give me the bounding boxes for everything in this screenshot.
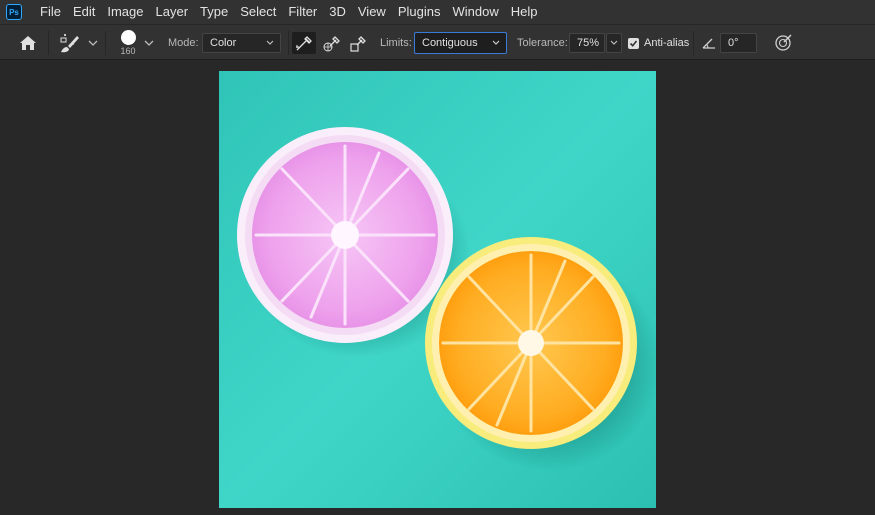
antialias-group[interactable]: Anti-alias [628, 25, 689, 61]
sampling-once-icon[interactable] [320, 32, 344, 54]
options-bar: 160 Mode: Color Limits: Contiguous Toler… [0, 24, 875, 60]
tolerance-label: Tolerance: [517, 37, 568, 49]
menu-help[interactable]: Help [505, 0, 544, 24]
menu-file[interactable]: File [34, 0, 67, 24]
angle-icon [700, 34, 718, 52]
tolerance-dropdown-button[interactable] [606, 33, 622, 53]
sampling-continuous-icon[interactable] [292, 32, 316, 54]
tool-preset-chevron-down-icon[interactable] [87, 37, 99, 49]
antialias-checkbox[interactable] [628, 37, 639, 49]
menu-3d[interactable]: 3D [323, 0, 352, 24]
menu-filter[interactable]: Filter [282, 0, 323, 24]
menu-type[interactable]: Type [194, 0, 234, 24]
sampling-background-swatch-icon[interactable] [346, 32, 370, 54]
menu-image[interactable]: Image [101, 0, 149, 24]
mode-chevron-down-icon [266, 40, 274, 45]
photoshop-logo-icon[interactable]: Ps [6, 4, 22, 20]
brush-tip-icon[interactable] [118, 27, 138, 47]
home-icon[interactable] [16, 33, 40, 53]
menu-select[interactable]: Select [234, 0, 282, 24]
tolerance-input[interactable]: 75% [569, 33, 605, 53]
angle-input[interactable]: 0° [720, 33, 757, 53]
mode-label: Mode: [168, 37, 199, 49]
menu-plugins[interactable]: Plugins [392, 0, 447, 24]
canvas-area[interactable] [0, 60, 875, 515]
tolerance-value: 75% [577, 37, 600, 49]
checkmark-icon [629, 39, 638, 47]
brush-picker-chevron-down-icon[interactable] [143, 37, 155, 49]
menu-window[interactable]: Window [446, 0, 504, 24]
brush-size-value: 160 [120, 46, 136, 56]
limits-value: Contiguous [422, 37, 478, 49]
pressure-size-icon[interactable] [771, 32, 795, 54]
limits-chevron-down-icon [492, 40, 500, 45]
citrus-image [219, 71, 656, 508]
menu-items: File Edit Image Layer Type Select Filter 3D View… [34, 0, 543, 24]
limits-label: Limits: [380, 37, 412, 49]
limits-select[interactable]: Contiguous [414, 32, 507, 54]
antialias-label: Anti-alias [644, 37, 690, 49]
mode-group: Mode: [168, 25, 199, 61]
mode-select[interactable]: Color [202, 33, 281, 53]
tolerance-group: Tolerance: [517, 25, 568, 61]
limits-group: Limits: [380, 25, 412, 61]
menu-edit[interactable]: Edit [67, 0, 101, 24]
color-replacement-brush-icon[interactable] [56, 31, 84, 55]
angle-value: 0° [728, 37, 739, 49]
document-canvas[interactable] [219, 71, 656, 508]
mode-value: Color [210, 37, 237, 49]
menu-layer[interactable]: Layer [150, 0, 195, 24]
menu-view[interactable]: View [352, 0, 392, 24]
menu-bar: Ps File Edit Image Layer Type Select Filter 3D V… [0, 0, 875, 24]
tolerance-chevron-down-icon [610, 40, 618, 45]
